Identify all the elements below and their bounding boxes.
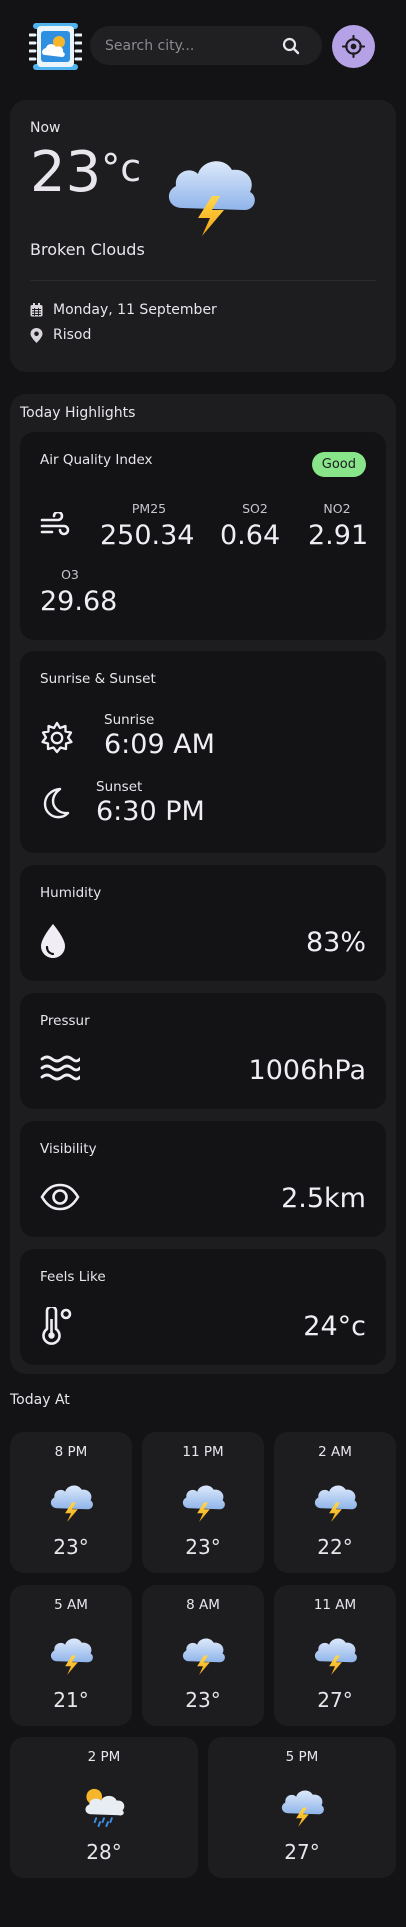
hour-time: 5 AM [54,1597,88,1613]
humidity-card: Humidity 83% [20,865,386,981]
hour-time: 11 PM [182,1444,224,1460]
air-quality-card: Air Quality Index Good PM25 250.34 SO2 0… [20,432,386,640]
sunset-label: Sunset [96,779,143,795]
temperature-unit: °c [101,146,142,190]
search-bar [90,26,322,65]
pm25-value: 250.34 [100,520,195,551]
hour-temp: 23° [185,1688,221,1712]
moon-icon [43,787,70,819]
visibility-title: Visibility [40,1141,97,1157]
no2-label: NO2 [323,501,351,516]
weather-description: Broken Clouds [30,240,145,259]
hourly-card: 11 PM 23° [142,1432,264,1573]
feels-like-title: Feels Like [40,1269,106,1285]
search-icon[interactable] [282,37,300,55]
calendar-icon [30,303,43,317]
hourly-card: 2 PM 28° [10,1737,198,1878]
search-input[interactable] [90,26,270,65]
location-text: Risod [53,327,92,343]
visibility-card: Visibility 2.5km [20,1121,386,1237]
pressure-title: Pressur [40,1013,90,1029]
hour-time: 8 AM [186,1597,220,1613]
app-logo[interactable] [28,23,83,70]
today-highlights-section: Today Highlights Air Quality Index Good … [10,394,396,1374]
feels-like-value: 24°c [303,1311,366,1342]
thunder-cloud-icon [46,1631,96,1675]
pressure-card: Pressur 1006hPa [20,993,386,1109]
current-temperature: 23°c [30,145,141,201]
sunrise-time: 6:09 AM [104,729,215,760]
wind-icon [40,512,70,536]
date-row: Monday, 11 September [30,302,217,318]
thunder-cloud-icon [310,1631,360,1675]
thunder-cloud-icon [310,1478,360,1522]
thunder-cloud-icon [160,146,260,236]
header [0,0,406,90]
now-label: Now [30,120,61,136]
hour-temp: 27° [284,1840,320,1864]
temperature-value: 23 [30,140,102,205]
sun-icon [41,721,73,754]
hour-time: 2 AM [318,1444,352,1460]
thunder-cloud-icon [178,1478,228,1522]
hour-temp: 21° [53,1688,89,1712]
divider [30,280,376,281]
o3-label: O3 [61,567,79,582]
feels-like-card: Feels Like 24°c [20,1249,386,1365]
hour-time: 11 AM [313,1597,357,1613]
hour-temp: 27° [317,1688,353,1712]
hour-time: 8 PM [54,1444,88,1460]
sunrise-sunset-card: Sunrise & Sunset Sunrise 6:09 AM Sunset … [20,651,386,853]
hourly-card: 5 PM 27° [208,1737,396,1878]
hour-temp: 22° [317,1535,353,1559]
thunder-cloud-icon [277,1783,327,1827]
humidity-value: 83% [305,927,366,958]
so2-value: 0.64 [220,520,281,551]
humidity-title: Humidity [40,885,102,901]
sun-title: Sunrise & Sunset [40,671,156,687]
sun-rain-cloud-icon [79,1783,129,1827]
date-text: Monday, 11 September [53,302,217,318]
highlights-title: Today Highlights [20,405,136,421]
today-at-title: Today At [10,1392,70,1408]
hourly-card: 8 PM 23° [10,1432,132,1573]
location-row: Risod [30,327,91,343]
thunder-cloud-icon [178,1631,228,1675]
current-location-button[interactable] [332,25,375,68]
sunrise-label: Sunrise [104,712,155,728]
thermometer-icon [42,1307,72,1345]
thunder-cloud-icon [46,1478,96,1522]
hourly-card: 5 AM 21° [10,1585,132,1726]
hour-temp: 28° [86,1840,122,1864]
current-weather-card: Now 23°c Broken Clouds Monday, 11 Septem… [10,100,396,372]
waves-icon [40,1055,80,1081]
o3-value: 29.68 [40,586,118,617]
hour-temp: 23° [53,1535,89,1559]
pm25-label: PM25 [131,501,167,516]
water-drop-icon [41,924,65,958]
sunset-time: 6:30 PM [96,796,205,827]
hourly-card: 2 AM 22° [274,1432,396,1573]
hour-time: 2 PM [87,1749,121,1765]
no2-value: 2.91 [308,520,369,551]
air-quality-title: Air Quality Index [40,452,153,468]
so2-label: SO2 [242,501,268,516]
hourly-card: 8 AM 23° [142,1585,264,1726]
crosshair-icon [342,35,365,58]
hourly-card: 11 AM 27° [274,1585,396,1726]
pressure-value: 1006hPa [248,1055,366,1086]
eye-icon [40,1183,80,1211]
aqi-status-badge: Good [311,452,366,477]
visibility-value: 2.5km [281,1183,366,1214]
hour-time: 5 PM [285,1749,319,1765]
map-pin-icon [30,327,43,343]
hour-temp: 23° [185,1535,221,1559]
